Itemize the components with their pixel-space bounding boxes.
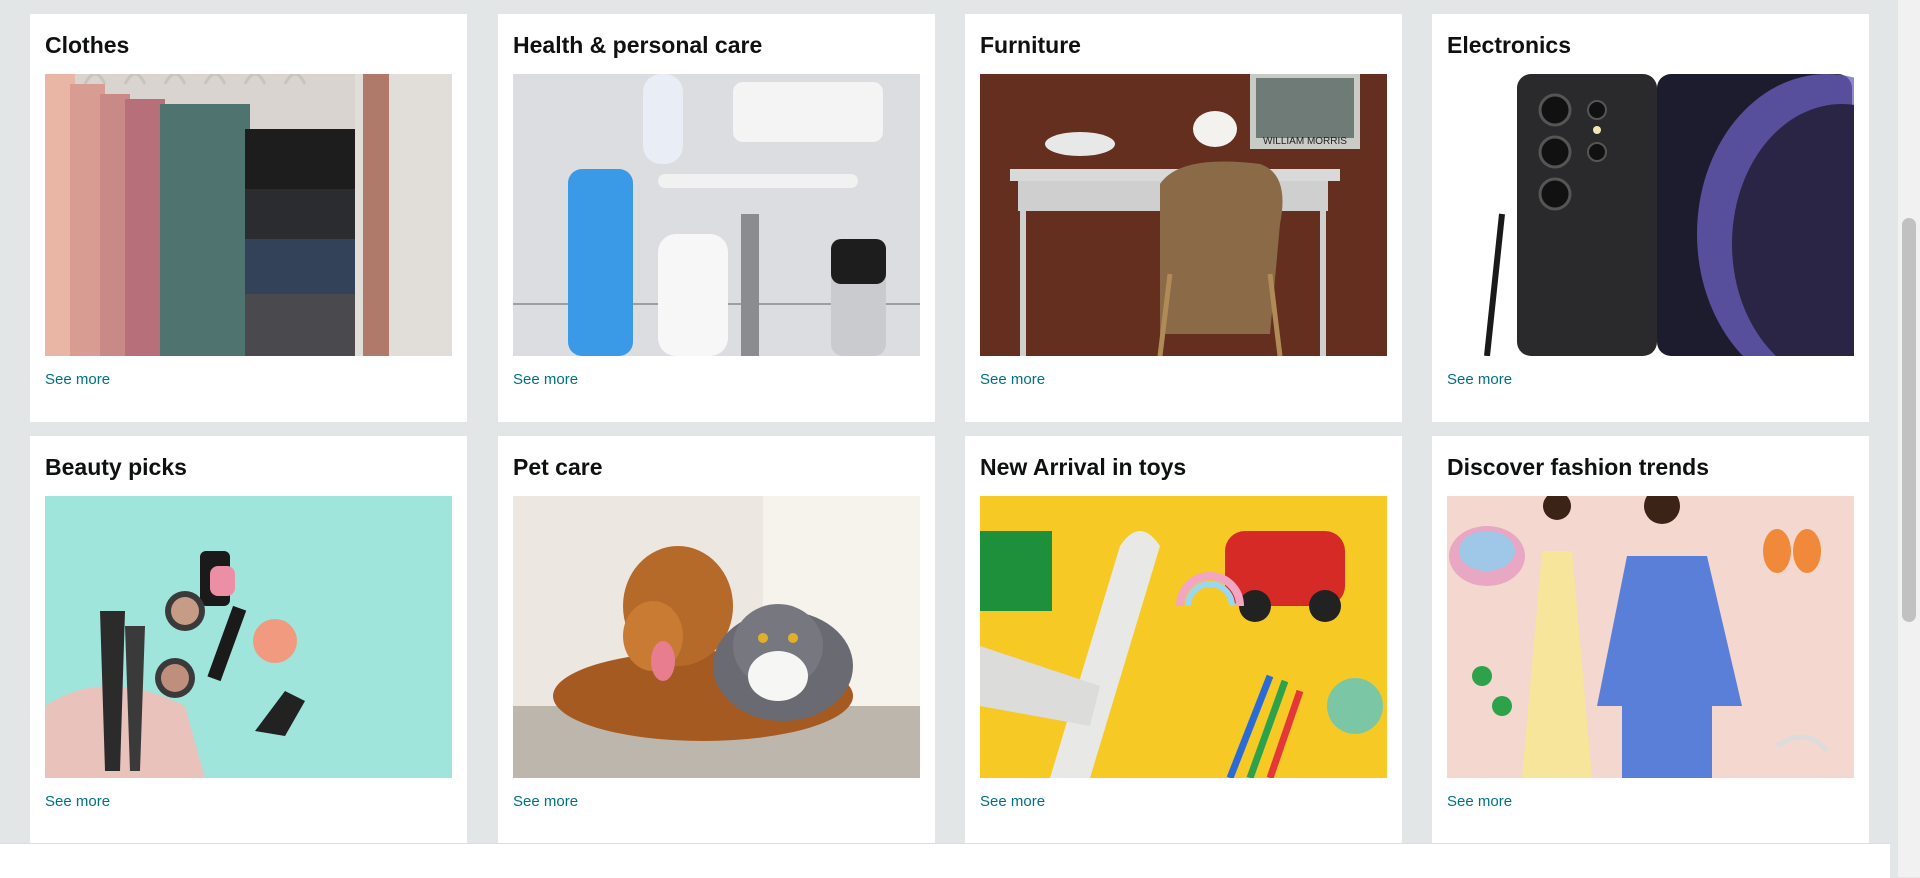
see-more-link[interactable]: See more: [513, 371, 578, 388]
beauty-illustration: [45, 496, 452, 778]
card-health-personal-care: Health & personal care See more: [498, 14, 935, 422]
card-pet-care: Pet care See more: [498, 436, 935, 843]
card-new-arrival-toys: New Arrival in toys See more: [965, 436, 1402, 843]
card-title: Pet care: [513, 454, 603, 480]
card-beauty-picks: Beauty picks See more: [30, 436, 467, 843]
clothes-illustration: [45, 74, 452, 356]
see-more-link[interactable]: See more: [980, 371, 1045, 388]
pet-illustration: [513, 496, 920, 778]
card-discover-fashion-trends: Discover fashion trends See more: [1432, 436, 1869, 843]
smartphone-with-stylus-image[interactable]: [1447, 74, 1854, 356]
dog-and-cat-image[interactable]: [513, 496, 920, 778]
card-clothes: Clothes See more: [30, 14, 467, 422]
furniture-illustration: WILLIAM MORRIS: [980, 74, 1387, 356]
makeup-brushes-image[interactable]: [45, 496, 452, 778]
vertical-scrollbar[interactable]: [1898, 0, 1920, 877]
footer-strip: [0, 843, 1890, 878]
see-more-link[interactable]: See more: [1447, 793, 1512, 810]
see-more-link[interactable]: See more: [45, 371, 110, 388]
card-title: Discover fashion trends: [1447, 454, 1710, 480]
fashion-illustration: [1447, 496, 1854, 778]
poster-text: WILLIAM MORRIS: [1263, 136, 1347, 147]
electronics-illustration: [1447, 74, 1854, 356]
see-more-link[interactable]: See more: [513, 793, 578, 810]
card-title: Health & personal care: [513, 32, 763, 58]
card-title: Clothes: [45, 32, 130, 58]
toys-on-yellow-image[interactable]: [980, 496, 1387, 778]
see-more-link[interactable]: See more: [1447, 371, 1512, 388]
personal-care-illustration: [513, 74, 920, 356]
card-title: Furniture: [980, 32, 1081, 58]
card-title: Electronics: [1447, 32, 1571, 58]
clothes-hangers-image[interactable]: [45, 74, 452, 356]
see-more-link[interactable]: See more: [45, 793, 110, 810]
desk-and-chair-image[interactable]: WILLIAM MORRIS: [980, 74, 1387, 356]
card-title: New Arrival in toys: [980, 454, 1187, 480]
card-electronics: Electronics See more: [1432, 14, 1869, 422]
fashion-models-image[interactable]: [1447, 496, 1854, 778]
toys-illustration: [980, 496, 1387, 778]
see-more-link[interactable]: See more: [980, 793, 1045, 810]
card-title: Beauty picks: [45, 454, 187, 480]
personal-care-products-image[interactable]: [513, 74, 920, 356]
category-grid: Clothes See more Health & personal care: [0, 0, 1890, 877]
card-furniture: Furniture WILLIAM MORRIS See more: [965, 14, 1402, 422]
scrollbar-thumb[interactable]: [1902, 218, 1916, 622]
